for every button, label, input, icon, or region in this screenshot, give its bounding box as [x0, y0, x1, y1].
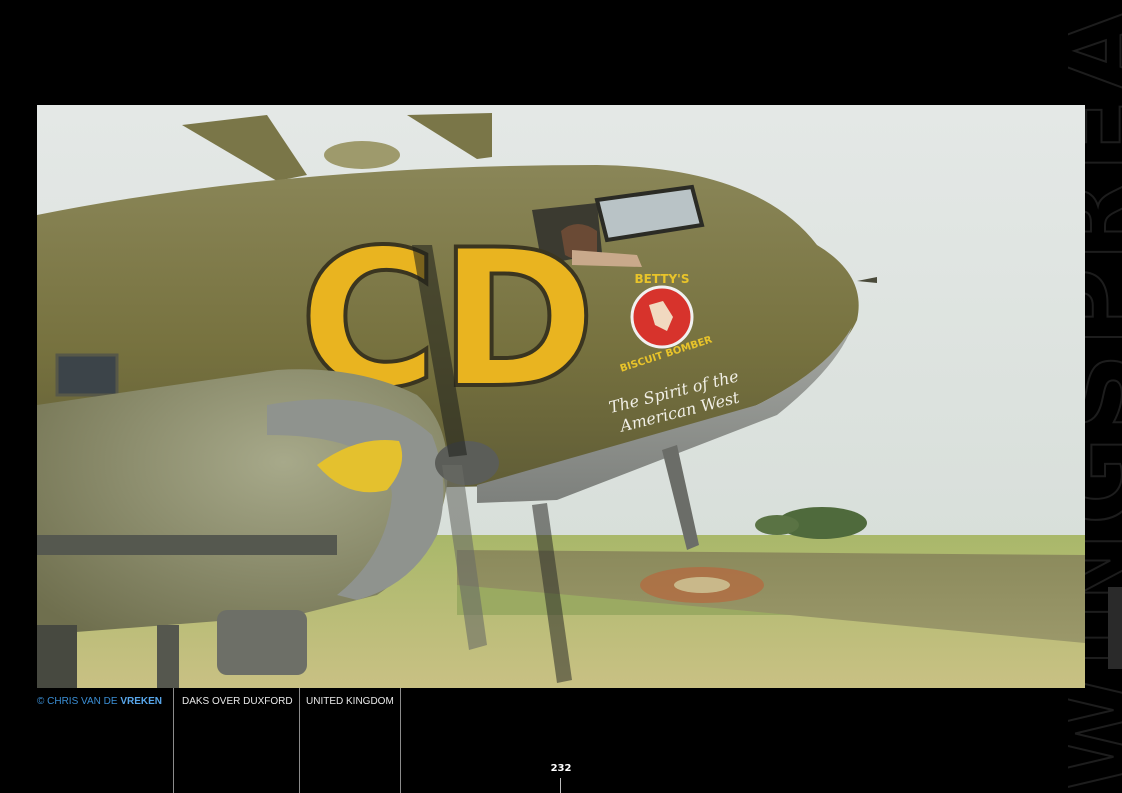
astrodome: [324, 141, 400, 169]
gear-housing: [217, 610, 307, 675]
nose-art-name-top: BETTY'S: [635, 272, 690, 286]
cabin-window: [55, 353, 119, 397]
photo-credit-surname: VREKEN: [120, 696, 162, 707]
aircraft-photograph: CD BETTY'S BISCUIT BOMBER The Spirit of …: [37, 105, 1085, 688]
aircraft-photo-illustration: CD BETTY'S BISCUIT BOMBER The Spirit of …: [37, 105, 1085, 688]
page-number: 232: [550, 763, 572, 774]
magazine-page: WINGSPREAD CD BETTY'S BISCUIT BOMBER The…: [0, 0, 1122, 793]
side-tab-marker: [1108, 587, 1122, 669]
exhaust-pipe: [37, 535, 337, 555]
wing-roundel-center: [674, 577, 730, 593]
main-gear-strut: [157, 625, 179, 688]
distant-trees-small: [755, 515, 799, 535]
page-number-divider: [560, 778, 561, 793]
photo-location: UNITED KINGDOM: [299, 688, 401, 793]
photo-credit: © CHRIS VAN DE VREKEN: [37, 688, 173, 793]
photo-credit-prefix: © CHRIS VAN DE: [37, 696, 121, 707]
main-gear-left: [37, 625, 77, 688]
photo-title: DAKS OVER DUXFORD: [173, 688, 299, 793]
